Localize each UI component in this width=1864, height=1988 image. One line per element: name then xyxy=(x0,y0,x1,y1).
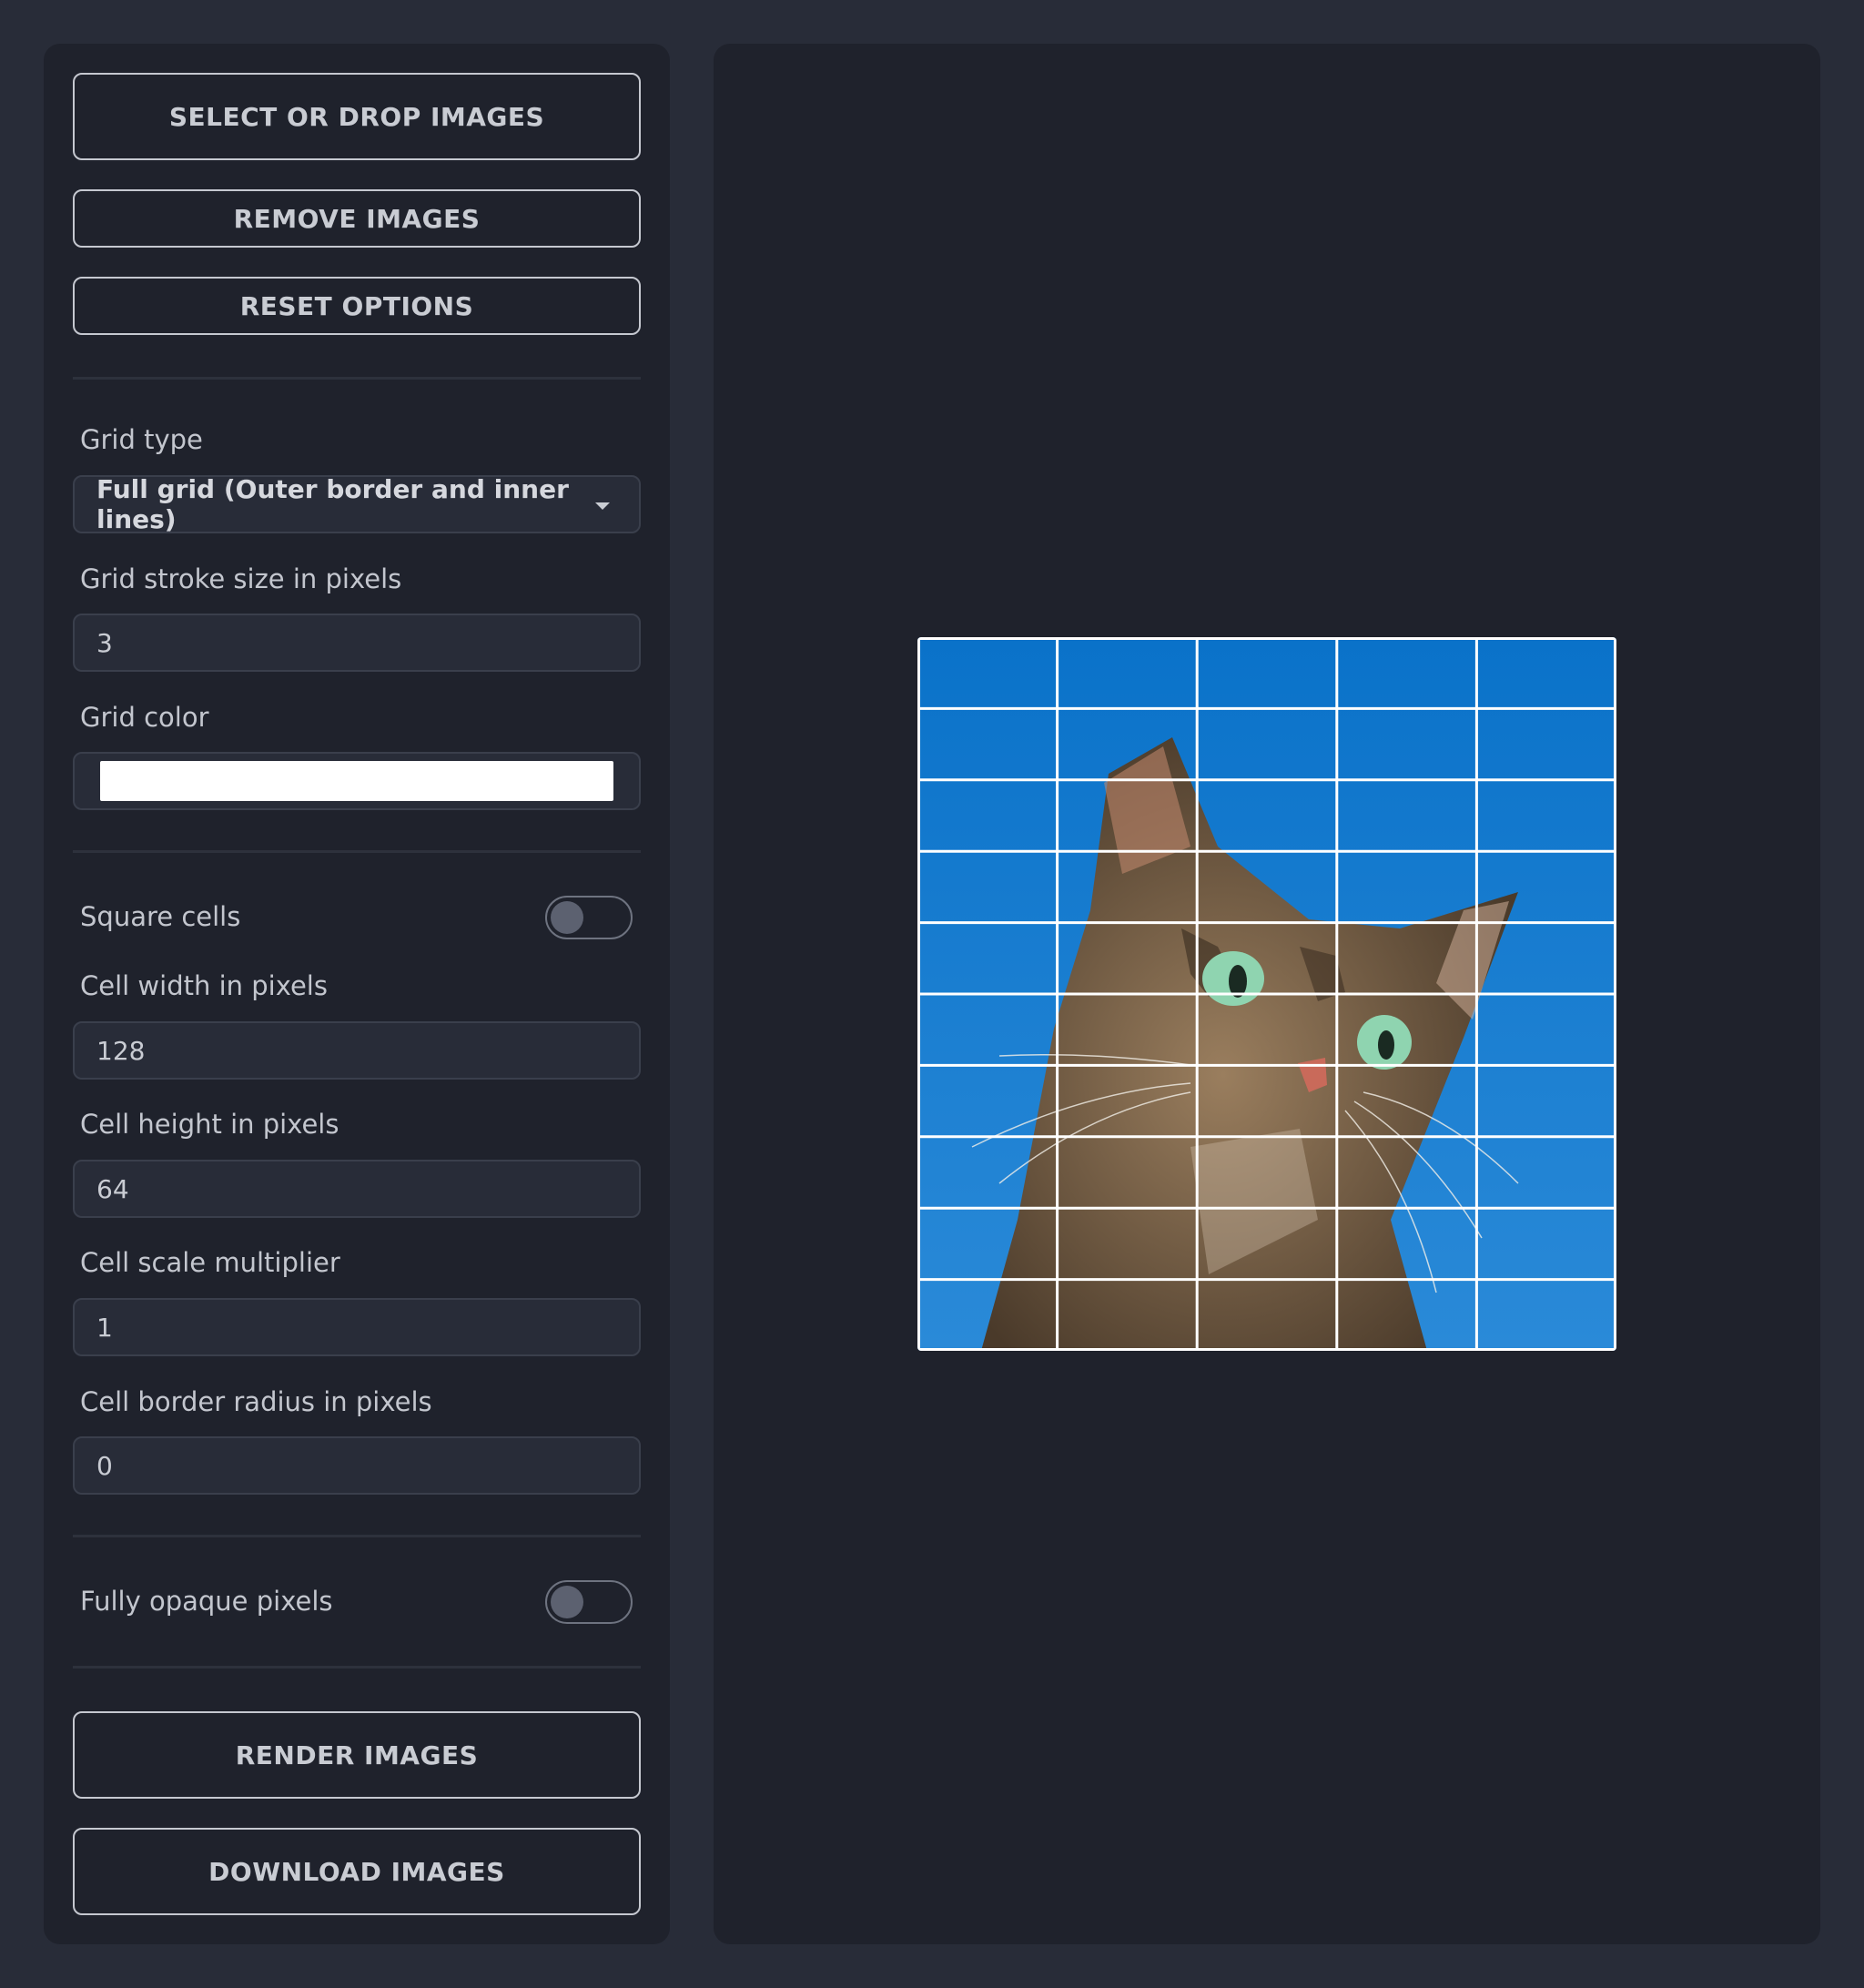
caret-down-icon xyxy=(595,502,610,510)
cell-scale-input[interactable]: 1 xyxy=(73,1298,641,1356)
cell-width-input[interactable]: 128 xyxy=(73,1021,641,1080)
cell-height-label: Cell height in pixels xyxy=(80,1109,339,1140)
section-divider xyxy=(73,850,641,853)
grid-stroke-input[interactable]: 3 xyxy=(73,614,641,672)
grid-type-value: Full grid (Outer border and inner lines) xyxy=(96,474,569,534)
square-cells-label: Square cells xyxy=(80,901,241,932)
preview-panel xyxy=(714,44,1820,1944)
opaque-pixels-label: Fully opaque pixels xyxy=(80,1586,333,1617)
opaque-pixels-toggle[interactable] xyxy=(545,1580,633,1624)
section-divider xyxy=(73,377,641,380)
reset-options-button[interactable]: RESET OPTIONS xyxy=(73,277,641,335)
options-panel: SELECT OR DROP IMAGES REMOVE IMAGES RESE… xyxy=(44,44,670,1944)
section-divider xyxy=(73,1535,641,1537)
grid-color-label: Grid color xyxy=(80,702,209,733)
grid-type-label: Grid type xyxy=(80,424,203,455)
download-images-button[interactable]: DOWNLOAD IMAGES xyxy=(73,1828,641,1915)
select-or-drop-images-button[interactable]: SELECT OR DROP IMAGES xyxy=(73,73,641,160)
square-cells-toggle[interactable] xyxy=(545,896,633,939)
grid-color-swatch xyxy=(100,761,613,801)
cell-radius-label: Cell border radius in pixels xyxy=(80,1386,432,1417)
cell-width-label: Cell width in pixels xyxy=(80,970,328,1001)
toggle-knob xyxy=(551,1586,583,1618)
grid-color-picker[interactable] xyxy=(73,752,641,810)
remove-images-button[interactable]: REMOVE IMAGES xyxy=(73,189,641,248)
render-images-button[interactable]: RENDER IMAGES xyxy=(73,1711,641,1799)
preview-canvas xyxy=(917,637,1616,1351)
cell-scale-label: Cell scale multiplier xyxy=(80,1247,340,1278)
section-divider xyxy=(73,1666,641,1668)
toggle-knob xyxy=(551,901,583,934)
cell-radius-input[interactable]: 0 xyxy=(73,1436,641,1495)
grid-stroke-label: Grid stroke size in pixels xyxy=(80,563,402,594)
grid-type-select[interactable]: Full grid (Outer border and inner lines) xyxy=(73,474,641,534)
cell-height-input[interactable]: 64 xyxy=(73,1160,641,1218)
cat-pupil-right xyxy=(1378,1030,1394,1060)
grid-image-preview xyxy=(917,637,1616,1351)
